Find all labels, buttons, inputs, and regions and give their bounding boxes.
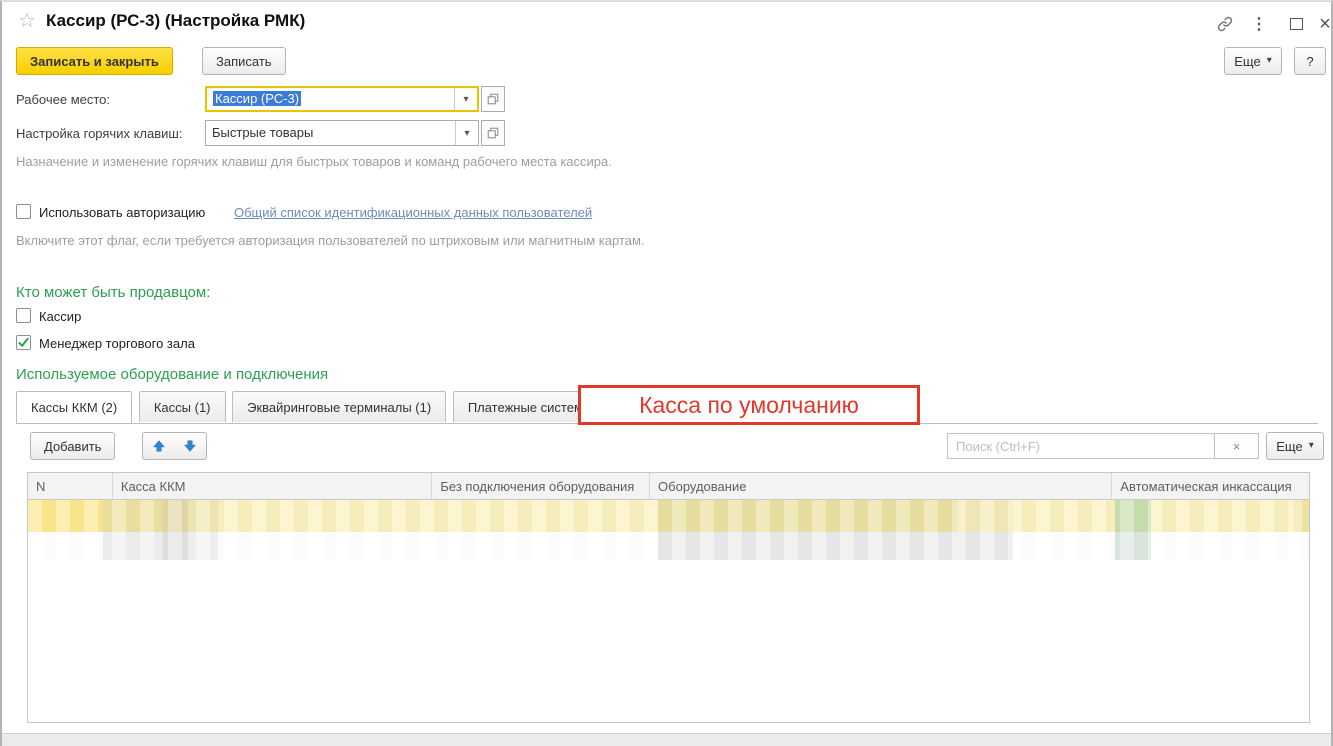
equipment-section-title: Используемое оборудование и подключения <box>16 366 328 383</box>
use-auth-checkbox[interactable] <box>16 204 31 219</box>
floor-manager-checkbox[interactable] <box>16 335 31 350</box>
tab-label: Эквайринговые терминалы (1) <box>247 400 431 415</box>
kkm-table: N Касса ККМ Без подключения оборудования… <box>27 472 1310 723</box>
list-more-button[interactable]: Еще ▾ <box>1266 432 1324 460</box>
chevron-down-icon: ▾ <box>1267 56 1272 66</box>
cashier-label: Кассир <box>39 309 81 324</box>
workplace-value: Кассир (РС-3) <box>213 91 301 106</box>
page-title: Кассир (РС-3) (Настройка РМК) <box>46 11 305 31</box>
rmk-settings-window: ☆ Кассир (РС-3) (Настройка РМК) ⋮ × Запи… <box>0 0 1333 746</box>
open-form-icon <box>486 126 500 140</box>
help-button[interactable]: ? <box>1294 47 1326 75</box>
form-more-label: Еще <box>1234 54 1260 69</box>
search-input[interactable] <box>947 433 1215 459</box>
table-row-selected-redacted[interactable] <box>28 500 1309 532</box>
column-header-equipment[interactable]: Оборудование <box>650 473 1112 499</box>
form-more-button[interactable]: Еще ▾ <box>1224 47 1282 75</box>
save-button[interactable]: Записать <box>202 47 286 75</box>
chevron-down-icon: ▾ <box>1309 441 1314 451</box>
window-footer-strip <box>2 733 1331 746</box>
search-clear-icon: × <box>1233 439 1241 454</box>
column-header-no-equipment[interactable]: Без подключения оборудования <box>432 473 650 499</box>
tab-label: Кассы ККМ (2) <box>31 400 117 415</box>
column-header-kassa-kkm[interactable]: Касса ККМ <box>113 473 433 499</box>
table-row-redacted[interactable] <box>28 532 1309 560</box>
cashier-checkbox[interactable] <box>16 308 31 323</box>
add-button[interactable]: Добавить <box>30 432 115 460</box>
annotation-text: Касса по умолчанию <box>639 392 859 419</box>
tab-acquiring-terminals[interactable]: Эквайринговые терминалы (1) <box>232 391 446 422</box>
save-and-close-button[interactable]: Записать и закрыть <box>16 47 173 75</box>
move-up-button[interactable] <box>142 432 175 460</box>
hotkeys-hint: Назначение и изменение горячих клавиш дл… <box>16 154 612 169</box>
save-label: Записать <box>216 54 272 69</box>
arrow-down-icon <box>183 439 197 453</box>
close-icon[interactable]: × <box>1314 13 1333 35</box>
hotkeys-combo[interactable]: Быстрые товары ▾ <box>205 120 479 146</box>
workplace-dropdown-icon[interactable]: ▾ <box>454 88 477 110</box>
workplace-combo[interactable]: Кассир (РС-3) ▾ <box>205 86 479 112</box>
table-header-row: N Касса ККМ Без подключения оборудования… <box>28 473 1309 500</box>
tab-kassy[interactable]: Кассы (1) <box>139 391 226 422</box>
arrow-up-icon <box>152 439 166 453</box>
tab-label: Кассы (1) <box>154 400 211 415</box>
list-more-label: Еще <box>1276 439 1302 454</box>
help-label: ? <box>1306 54 1313 69</box>
seller-section-title: Кто может быть продавцом: <box>16 284 210 301</box>
hotkeys-value: Быстрые товары <box>212 125 313 140</box>
default-cashbox-annotation: Касса по умолчанию <box>578 385 920 425</box>
maximize-glyph <box>1290 18 1303 30</box>
hotkeys-open-button[interactable] <box>481 120 505 146</box>
favorite-star-icon[interactable]: ☆ <box>18 11 36 31</box>
link-icon-glyph <box>1216 15 1234 33</box>
checkmark-icon <box>17 336 30 349</box>
search-clear-button[interactable]: × <box>1214 433 1259 459</box>
workplace-open-button[interactable] <box>481 86 505 112</box>
use-auth-label: Использовать авторизацию <box>39 205 205 220</box>
floor-manager-label: Менеджер торгового зала <box>39 336 195 351</box>
auth-hint: Включите этот флаг, если требуется автор… <box>16 233 645 248</box>
auth-id-list-link[interactable]: Общий список идентификационных данных по… <box>234 205 592 220</box>
column-header-auto-collection[interactable]: Автоматическая инкассация <box>1112 473 1309 499</box>
move-down-button[interactable] <box>174 432 207 460</box>
tab-label: Платежные системы <box>468 400 592 415</box>
add-label: Добавить <box>44 439 101 454</box>
open-form-icon <box>486 92 500 106</box>
more-menu-dots-icon[interactable]: ⋮ <box>1248 13 1270 35</box>
hotkeys-label: Настройка горячих клавиш: <box>16 126 182 141</box>
save-and-close-label: Записать и закрыть <box>30 54 159 69</box>
workplace-label: Рабочее место: <box>16 92 110 107</box>
link-icon[interactable] <box>1214 13 1236 35</box>
column-header-n[interactable]: N <box>28 473 113 499</box>
maximize-icon[interactable] <box>1285 13 1307 35</box>
hotkeys-dropdown-icon[interactable]: ▾ <box>455 121 478 145</box>
tab-kassy-kkm[interactable]: Кассы ККМ (2) <box>16 391 132 423</box>
